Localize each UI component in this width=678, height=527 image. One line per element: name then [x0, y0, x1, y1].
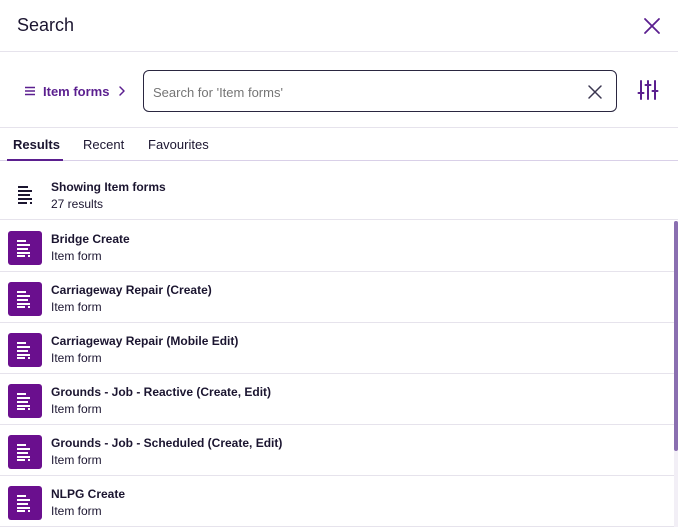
summary-count: 27 results [51, 197, 104, 211]
scrollbar-thumb[interactable] [674, 221, 678, 451]
menu-icon [25, 86, 35, 96]
item-type: Item form [51, 504, 102, 518]
tab-bar: Results Recent Favourites [0, 128, 678, 161]
list-icon [18, 186, 32, 204]
item-title: NLPG Create [51, 487, 126, 501]
list-item[interactable]: Grounds - Job - Reactive (Create, Edit) … [0, 374, 674, 425]
results-summary: Showing Item forms 27 results [0, 170, 678, 220]
item-type: Item form [51, 249, 102, 263]
close-icon[interactable] [640, 14, 664, 38]
form-icon [8, 384, 42, 418]
item-type: Item form [51, 453, 102, 467]
list-item[interactable]: NLPG Create Item form [0, 476, 674, 527]
form-icon [8, 435, 42, 469]
form-icon [8, 333, 42, 367]
results-list: Bridge Create Item form Carriageway Repa… [0, 221, 674, 527]
panel-header: Search [0, 0, 678, 52]
filter-sliders-icon[interactable] [637, 79, 659, 101]
item-title: Carriageway Repair (Create) [51, 283, 212, 297]
breadcrumb-label: Item forms [43, 83, 110, 99]
item-title: Carriageway Repair (Mobile Edit) [51, 334, 239, 348]
clear-icon[interactable] [587, 84, 603, 100]
form-icon [8, 282, 42, 316]
panel-title: Search [17, 15, 75, 35]
list-item[interactable]: Bridge Create Item form [0, 221, 674, 272]
item-type: Item form [51, 351, 102, 365]
list-item[interactable]: Carriageway Repair (Create) Item form [0, 272, 674, 323]
item-title: Grounds - Job - Reactive (Create, Edit) [51, 385, 272, 399]
item-type: Item form [51, 402, 102, 416]
form-icon [8, 231, 42, 265]
item-type: Item form [51, 300, 102, 314]
search-panel: Search Item forms Search for 'Item forms… [0, 0, 678, 527]
breadcrumb[interactable]: Item forms [24, 82, 127, 100]
search-bar: Item forms [0, 52, 678, 128]
active-tab-indicator [7, 159, 63, 161]
item-title: Grounds - Job - Scheduled (Create, Edit) [51, 436, 283, 450]
search-input[interactable] [153, 82, 573, 102]
tab-recent[interactable]: Recent [83, 137, 124, 152]
summary-title: Showing Item forms [51, 180, 166, 194]
search-field [143, 70, 617, 112]
scrollbar[interactable] [674, 221, 678, 527]
chevron-right-icon [119, 86, 126, 96]
item-title: Bridge Create [51, 232, 130, 246]
form-icon [8, 486, 42, 520]
list-item[interactable]: Grounds - Job - Scheduled (Create, Edit)… [0, 425, 674, 476]
list-item[interactable]: Carriageway Repair (Mobile Edit) Item fo… [0, 323, 674, 374]
tab-favourites[interactable]: Favourites [148, 137, 209, 152]
tab-results[interactable]: Results [13, 137, 60, 152]
